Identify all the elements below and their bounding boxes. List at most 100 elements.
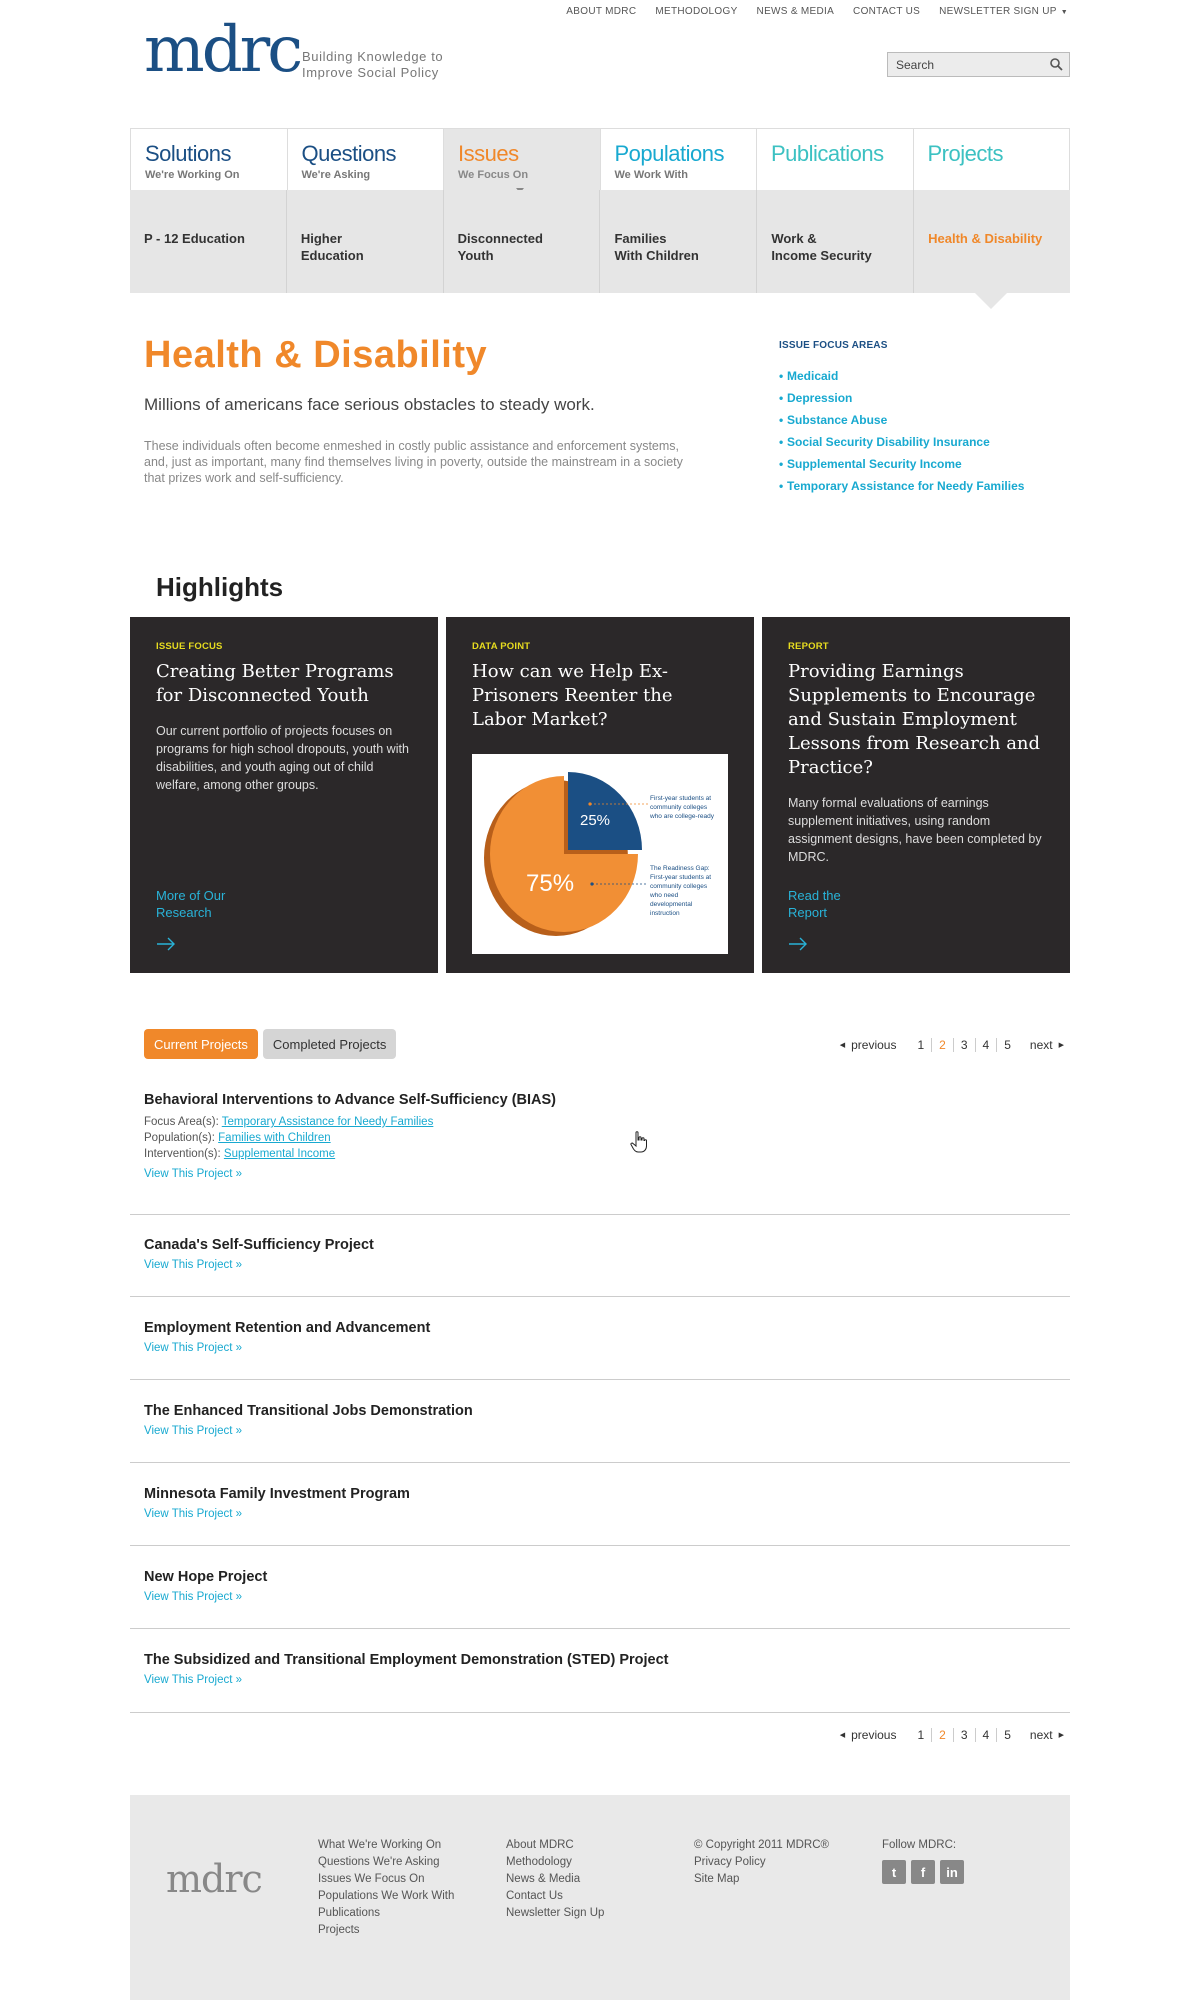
focus-item-tanf[interactable]: Temporary Assistance for Needy Families [779, 478, 1029, 494]
project-tabs: Current Projects Completed Projects [144, 1029, 397, 1059]
footer-follow: Follow MDRC: t f in [882, 1837, 964, 1884]
project-title[interactable]: Employment Retention and Advancement [144, 1320, 1070, 1336]
logo[interactable]: mdrc [144, 18, 303, 82]
highlight-card-data-point[interactable]: DATA POINT How can we Help Ex-Prisoners … [446, 617, 754, 973]
focus-item-medicaid[interactable]: Medicaid [779, 368, 1029, 384]
project-title[interactable]: New Hope Project [144, 1569, 1070, 1585]
project-title[interactable]: The Subsidized and Transitional Employme… [144, 1652, 1070, 1668]
pager-page-5[interactable]: 5 [996, 1728, 1018, 1742]
footer-link[interactable]: Populations We Work With [318, 1888, 454, 1905]
pager-page-2[interactable]: 2 [931, 1038, 953, 1052]
more-research-link[interactable]: More of Our Research [156, 887, 225, 921]
utility-newsletter-link[interactable]: NEWSLETTER SIGN UP ▼ [939, 6, 1068, 17]
intervention-link[interactable]: Supplemental Income [224, 1148, 335, 1160]
search-input[interactable]: Search [887, 52, 1070, 77]
arrow-right-icon[interactable] [788, 937, 808, 951]
subnav-work-income[interactable]: Work & Income Security [756, 190, 913, 293]
site-map-link[interactable]: Site Map [694, 1871, 829, 1888]
nav-projects[interactable]: Projects [912, 129, 1070, 190]
project-title[interactable]: Behavioral Interventions to Advance Self… [144, 1092, 1070, 1108]
pager-page-4[interactable]: 4 [974, 1728, 997, 1742]
pager-previous[interactable]: previous [851, 1728, 896, 1742]
focus-item-substance-abuse[interactable]: Substance Abuse [779, 412, 1029, 428]
pager-page-2[interactable]: 2 [931, 1728, 953, 1742]
subnav-higher-education[interactable]: Higher Education [285, 190, 443, 293]
chevron-right-icon: ▶ [1058, 1732, 1064, 1739]
project-title[interactable]: Minnesota Family Investment Program [144, 1486, 1070, 1502]
nav-populations[interactable]: Populations We Work With [599, 129, 756, 190]
read-report-link[interactable]: Read the Report [788, 887, 841, 921]
footer-link[interactable]: Contact Us [506, 1888, 604, 1905]
highlight-card-issue-focus[interactable]: ISSUE FOCUS Creating Better Programs for… [130, 617, 438, 973]
subnav-health-disability[interactable]: Health & Disability [913, 190, 1070, 293]
pager-page-5[interactable]: 5 [996, 1038, 1018, 1052]
utility-methodology-link[interactable]: METHODOLOGY [655, 6, 737, 17]
hero-body: These individuals often become enmeshed … [144, 439, 683, 485]
project-item: Minnesota Family Investment Program View… [130, 1486, 1070, 1546]
privacy-policy-link[interactable]: Privacy Policy [694, 1854, 829, 1871]
focus-item-ssi[interactable]: Supplemental Security Income [779, 456, 1029, 472]
view-project-link[interactable]: View This Project » [144, 1259, 1070, 1271]
project-title[interactable]: The Enhanced Transitional Jobs Demonstra… [144, 1403, 1070, 1419]
pie-note-college-ready: First-year students at community college… [650, 795, 714, 820]
pager-page-3[interactable]: 3 [952, 1038, 975, 1052]
subnav-p12[interactable]: P - 12 Education [130, 190, 286, 293]
card-kicker: DATA POINT [472, 641, 531, 652]
social-icons: t f in [882, 1860, 964, 1884]
utility-contact-link[interactable]: CONTACT US [853, 6, 920, 17]
utility-news-link[interactable]: NEWS & MEDIA [757, 6, 835, 17]
meta-label-focus: Focus Area(s): [144, 1116, 222, 1128]
focus-item-depression[interactable]: Depression [779, 390, 1029, 406]
tab-completed-projects[interactable]: Completed Projects [262, 1029, 397, 1059]
pager-page-1[interactable]: 1 [910, 1038, 931, 1052]
nav-publications[interactable]: Publications [756, 129, 913, 190]
pie-big-label: 75% [526, 870, 575, 897]
focus-area-link[interactable]: Temporary Assistance for Needy Families [222, 1116, 434, 1128]
view-project-link[interactable]: View This Project » [144, 1168, 1070, 1180]
nav-sublabel: We're Asking [301, 169, 371, 181]
nav-solutions[interactable]: Solutions We're Working On [130, 129, 287, 190]
view-project-link[interactable]: View This Project » [144, 1591, 1070, 1603]
footer-link[interactable]: Questions We're Asking [318, 1854, 454, 1871]
view-project-link[interactable]: View This Project » [144, 1342, 1070, 1354]
footer-link[interactable]: About MDRC [506, 1837, 604, 1854]
view-project-link[interactable]: View This Project » [144, 1674, 1070, 1686]
highlight-card-report[interactable]: REPORT Providing Earnings Supplements to… [762, 617, 1070, 973]
subnav-families[interactable]: Families With Children [599, 190, 756, 293]
population-link[interactable]: Families with Children [218, 1132, 330, 1144]
subnav-disconnected-youth[interactable]: Disconnected Youth [442, 190, 600, 293]
project-item: The Subsidized and Transitional Employme… [130, 1652, 1070, 1713]
facebook-icon[interactable]: f [911, 1860, 935, 1884]
pager-page-1[interactable]: 1 [910, 1728, 931, 1742]
footer-link[interactable]: Newsletter Sign Up [506, 1905, 604, 1922]
pager-previous[interactable]: previous [851, 1038, 896, 1052]
view-project-link[interactable]: View This Project » [144, 1425, 1070, 1437]
footer-link[interactable]: Publications [318, 1905, 454, 1922]
nav-questions[interactable]: Questions We're Asking [286, 129, 443, 190]
nav-label: Solutions [145, 141, 232, 166]
footer-link[interactable]: Methodology [506, 1854, 604, 1871]
utility-about-link[interactable]: ABOUT MDRC [566, 6, 636, 17]
search-icon[interactable] [1049, 57, 1063, 71]
chevron-left-icon: ◀ [839, 1042, 846, 1049]
twitter-icon[interactable]: t [882, 1860, 906, 1884]
linkedin-icon[interactable]: in [940, 1860, 964, 1884]
pager-page-4[interactable]: 4 [974, 1038, 997, 1052]
project-title[interactable]: Canada's Self-Sufficiency Project [144, 1237, 1070, 1253]
pager-page-3[interactable]: 3 [952, 1728, 975, 1742]
nav-label: Questions [301, 141, 397, 166]
footer-link[interactable]: Projects [318, 1922, 454, 1939]
view-project-link[interactable]: View This Project » [144, 1508, 1070, 1520]
footer-logo[interactable]: mdrc [166, 1857, 263, 1901]
footer-link[interactable]: News & Media [506, 1871, 604, 1888]
focus-item-ssdi[interactable]: Social Security Disability Insurance [779, 434, 1029, 450]
pager-next[interactable]: next [1030, 1728, 1053, 1742]
footer: mdrc What We're Working On Questions We'… [130, 1795, 1070, 2000]
nav-issues[interactable]: Issues We Focus On [443, 129, 600, 193]
project-item: The Enhanced Transitional Jobs Demonstra… [130, 1403, 1070, 1463]
tab-current-projects[interactable]: Current Projects [144, 1029, 258, 1059]
pager-next[interactable]: next [1030, 1038, 1053, 1052]
footer-link[interactable]: Issues We Focus On [318, 1871, 454, 1888]
arrow-right-icon[interactable] [156, 937, 176, 951]
footer-link[interactable]: What We're Working On [318, 1837, 454, 1854]
